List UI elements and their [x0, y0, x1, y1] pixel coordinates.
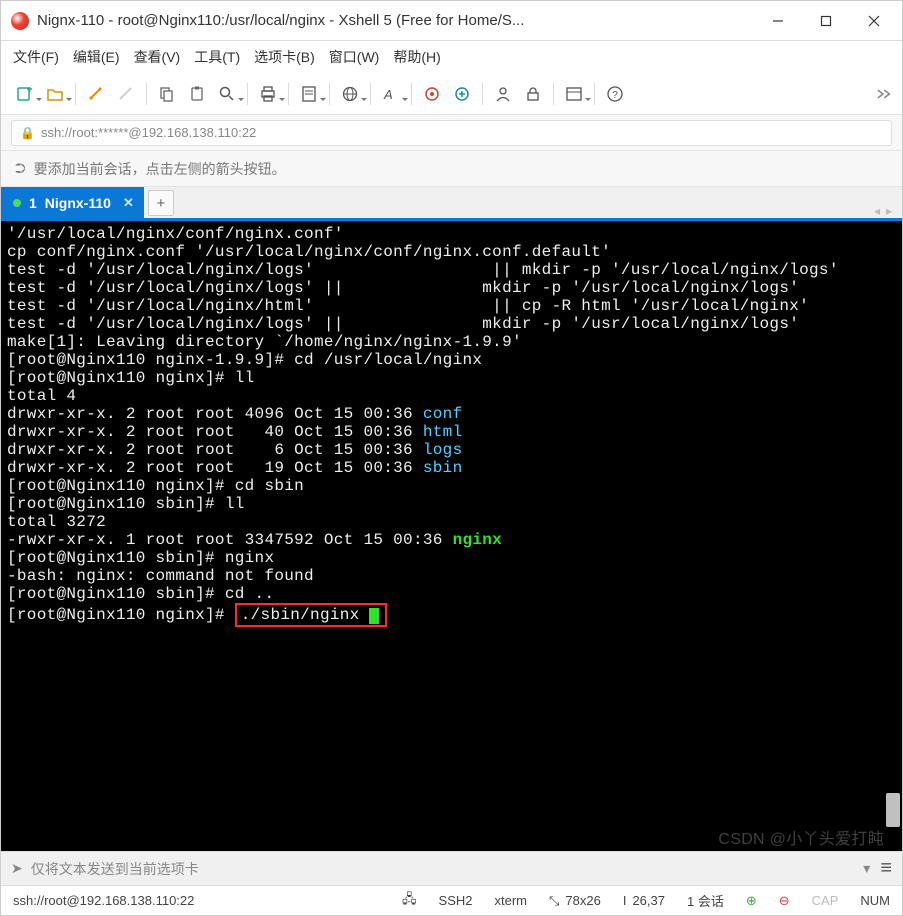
status-pos: 26,37 — [632, 893, 665, 908]
find-button[interactable] — [213, 80, 241, 108]
terminal-line: test -d '/usr/local/nginx/logs' || mkdir… — [7, 261, 896, 279]
sess-remove-icon[interactable]: ⊖ — [779, 893, 790, 909]
terminal-line: test -d '/usr/local/nginx/html' || cp -R… — [7, 297, 896, 315]
send-dropdown-icon[interactable]: ▾ — [863, 860, 870, 877]
terminal-line: [root@Nginx110 nginx]# ll — [7, 369, 896, 387]
terminal-line: total 4 — [7, 387, 896, 405]
resize-icon: ⤡ — [549, 893, 559, 909]
menu-file[interactable]: 文件(F) — [13, 47, 59, 67]
tab-bar: 1 Nignx-110 ✕ + ◂ ▸ — [1, 187, 902, 221]
properties-button[interactable] — [295, 80, 323, 108]
menu-help[interactable]: 帮助(H) — [393, 47, 440, 67]
send-bar: ➤ 仅将文本发送到当前选项卡 ▾ ≡ — [1, 851, 902, 885]
disconnect-button[interactable] — [112, 80, 140, 108]
status-sessions: 1 会话 — [687, 891, 724, 910]
maximize-button[interactable] — [802, 2, 850, 40]
lock-icon: 🔒 — [20, 126, 35, 140]
terminal-line: [root@Nginx110 sbin]# ll — [7, 495, 896, 513]
tab-active[interactable]: 1 Nignx-110 ✕ — [1, 187, 144, 218]
new-session-button[interactable] — [11, 80, 39, 108]
cursor-icon: I — [623, 893, 627, 908]
terminal-line: -bash: nginx: command not found — [7, 567, 896, 585]
menu-bar: 文件(F) 编辑(E) 查看(V) 工具(T) 选项卡(B) 窗口(W) 帮助(… — [1, 41, 902, 73]
address-bar: 🔒 ssh://root:******@192.168.138.110:22 — [1, 115, 902, 151]
status-term: xterm — [495, 893, 528, 908]
copy-button[interactable] — [153, 80, 181, 108]
tab-index: 1 — [29, 195, 37, 211]
terminal[interactable]: '/usr/local/nginx/conf/nginx.conf'cp con… — [1, 221, 902, 851]
toolbar-overflow[interactable] — [874, 85, 892, 103]
terminal-line: make[1]: Leaving directory `/home/nginx/… — [7, 333, 896, 351]
status-network-icon: 🖧 — [402, 890, 417, 912]
layout-button[interactable] — [560, 80, 588, 108]
arrow-add-icon[interactable]: ⮊ — [15, 160, 26, 177]
menu-edit[interactable]: 编辑(E) — [73, 47, 120, 67]
terminal-line: total 3272 — [7, 513, 896, 531]
menu-tabs[interactable]: 选项卡(B) — [254, 47, 315, 67]
svg-text:A: A — [383, 87, 393, 102]
tab-scroll-right-icon[interactable]: ▸ — [886, 204, 892, 218]
tab-scroll: ◂ ▸ — [874, 204, 902, 218]
xagent-button[interactable] — [418, 80, 446, 108]
paste-button[interactable] — [183, 80, 211, 108]
tab-close-icon[interactable]: ✕ — [123, 195, 134, 211]
terminal-line: test -d '/usr/local/nginx/logs' || mkdir… — [7, 279, 896, 297]
close-button[interactable] — [850, 2, 898, 40]
window-title: Nignx-110 - root@Nginx110:/usr/local/ngi… — [37, 12, 754, 29]
menu-window[interactable]: 窗口(W) — [329, 47, 380, 67]
minimize-button[interactable] — [754, 2, 802, 40]
tab-name: Nignx-110 — [45, 195, 111, 211]
status-bar: ssh://root@192.168.138.110:22 🖧 SSH2 xte… — [1, 885, 902, 915]
terminal-line: [root@Nginx110 nginx]# ./sbin/nginx — [7, 603, 896, 627]
svg-text:?: ? — [612, 90, 618, 101]
watermark: CSDN @小丫头爱打盹 — [718, 831, 884, 849]
window-controls — [754, 2, 898, 40]
add-tab-button[interactable]: + — [148, 190, 174, 216]
send-menu-icon[interactable]: ≡ — [880, 857, 892, 880]
send-arrow-icon[interactable]: ➤ — [11, 860, 23, 877]
status-num: NUM — [860, 893, 890, 908]
hint-text: 要添加当前会话，点击左侧的箭头按钮。 — [34, 159, 286, 179]
terminal-line: -rwxr-xr-x. 1 root root 3347592 Oct 15 0… — [7, 531, 896, 549]
status-connection: ssh://root@192.168.138.110:22 — [13, 893, 194, 908]
status-dot-icon — [13, 199, 21, 207]
hint-bar: ⮊ 要添加当前会话，点击左侧的箭头按钮。 — [1, 151, 902, 187]
print-button[interactable] — [254, 80, 282, 108]
web-button[interactable] — [336, 80, 364, 108]
terminal-line: cp conf/nginx.conf '/usr/local/nginx/con… — [7, 243, 896, 261]
send-placeholder[interactable]: 仅将文本发送到当前选项卡 — [31, 859, 199, 879]
address-text: ssh://root:******@192.168.138.110:22 — [41, 125, 256, 140]
terminal-line: drwxr-xr-x. 2 root root 6 Oct 15 00:36 l… — [7, 441, 896, 459]
terminal-line: [root@Nginx110 nginx]# cd sbin — [7, 477, 896, 495]
font-button[interactable]: A — [377, 80, 405, 108]
menu-view[interactable]: 查看(V) — [134, 47, 181, 67]
open-session-button[interactable] — [41, 80, 69, 108]
terminal-line: drwxr-xr-x. 2 root root 40 Oct 15 00:36 … — [7, 423, 896, 441]
terminal-line: test -d '/usr/local/nginx/logs' || mkdir… — [7, 315, 896, 333]
status-protocol: SSH2 — [439, 893, 473, 908]
terminal-line: drwxr-xr-x. 2 root root 19 Oct 15 00:36 … — [7, 459, 896, 477]
menu-tools[interactable]: 工具(T) — [194, 47, 240, 67]
terminal-line: '/usr/local/nginx/conf/nginx.conf' — [7, 225, 896, 243]
user-button[interactable] — [489, 80, 517, 108]
status-size: 78x26 — [565, 893, 600, 908]
sess-add-icon[interactable]: ⊕ — [746, 893, 757, 909]
terminal-scrollbar[interactable] — [886, 221, 900, 851]
tab-scroll-left-icon[interactable]: ◂ — [874, 204, 880, 218]
terminal-line: [root@Nginx110 sbin]# nginx — [7, 549, 896, 567]
app-logo-icon — [11, 12, 29, 30]
toolbar: A ? — [1, 73, 902, 115]
terminal-line: [root@Nginx110 sbin]# cd .. — [7, 585, 896, 603]
address-input[interactable]: 🔒 ssh://root:******@192.168.138.110:22 — [11, 120, 892, 146]
status-caps: CAP — [812, 893, 839, 908]
lock-button[interactable] — [519, 80, 547, 108]
xftp-button[interactable] — [448, 80, 476, 108]
title-bar: Nignx-110 - root@Nginx110:/usr/local/ngi… — [1, 1, 902, 41]
terminal-line: drwxr-xr-x. 2 root root 4096 Oct 15 00:3… — [7, 405, 896, 423]
help-button[interactable]: ? — [601, 80, 629, 108]
terminal-line: [root@Nginx110 nginx-1.9.9]# cd /usr/loc… — [7, 351, 896, 369]
reconnect-button[interactable] — [82, 80, 110, 108]
